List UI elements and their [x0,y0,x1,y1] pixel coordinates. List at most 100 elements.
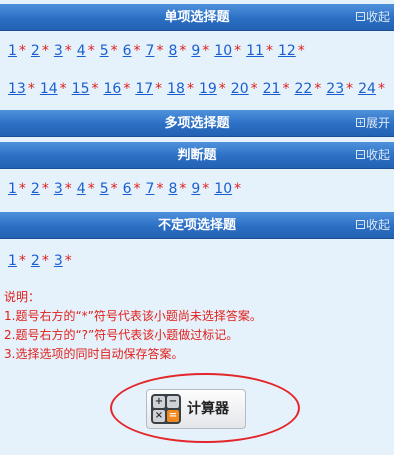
question-link[interactable]: 3 * [54,181,72,197]
question-link[interactable]: 4 * [77,43,95,59]
question-link[interactable]: 12 * [278,43,305,59]
indefinite-choice-row: 1 * 2 * 3 * [8,250,77,274]
unanswered-star: * [18,43,26,59]
multi-choice-expand-toggle[interactable]: + 展开 [355,110,390,137]
question-number: 22 [294,81,313,97]
question-link[interactable]: 3 * [54,253,72,269]
question-link[interactable]: 13 * [8,81,35,97]
question-link[interactable]: 6 * [123,43,141,59]
collapse-icon: − [355,12,365,21]
question-number: 2 [30,181,40,197]
question-number: 20 [230,81,249,97]
unanswered-star: * [64,43,72,59]
judgment-row: 1 * 2 * 3 * 4 * 5 * 6 * 7 * 8 * 9 * 10 * [8,178,246,202]
unanswered-star: * [91,81,99,97]
question-number: 3 [53,181,63,197]
question-number: 17 [135,81,154,97]
question-link[interactable]: 8 * [168,181,186,197]
question-link[interactable]: 10 * [214,181,241,197]
question-link[interactable]: 3 * [54,43,72,59]
calculator-button[interactable]: + − × = 计算器 [146,389,246,429]
question-link[interactable]: 20 * [231,81,258,97]
question-link[interactable]: 2 * [31,253,49,269]
question-number: 10 [214,181,233,197]
question-link[interactable]: 16 * [103,81,130,97]
question-link[interactable]: 5 * [100,43,118,59]
question-link[interactable]: 24 * [358,81,385,97]
question-number: 5 [99,181,109,197]
single-choice-header: 单项选择题 − 收起 [0,4,394,31]
question-link[interactable]: 19 * [199,81,226,97]
question-link[interactable]: 7 * [146,181,164,197]
indefinite-choice-header: 不定项选择题 − 收起 [0,212,394,239]
instruction-line-2: 2.题号右方的“?”符号代表该小题做过标记。 [4,328,239,342]
question-number: 4 [76,181,86,197]
question-link[interactable]: 10 * [214,43,241,59]
unanswered-star: * [64,181,72,197]
question-link[interactable]: 1 * [8,43,26,59]
question-link[interactable]: 15 * [72,81,99,97]
question-number: 15 [71,81,90,97]
unanswered-star: * [234,181,242,197]
question-link[interactable]: 17 * [135,81,162,97]
question-number: 2 [30,43,40,59]
question-link[interactable]: 9 * [191,181,209,197]
question-link[interactable]: 2 * [31,43,49,59]
question-link[interactable]: 2 * [31,181,49,197]
unanswered-star: * [110,181,118,197]
question-link[interactable]: 5 * [100,181,118,197]
question-link[interactable]: 4 * [77,181,95,197]
judgment-header: 判断题 − 收起 [0,142,394,169]
question-number: 16 [103,81,122,97]
question-link[interactable]: 7 * [146,43,164,59]
question-link[interactable]: 8 * [168,43,186,59]
unanswered-star: * [64,253,72,269]
question-number: 3 [53,43,63,59]
question-link[interactable]: 11 * [246,43,273,59]
unanswered-star: * [377,81,385,97]
calculator-label: 计算器 [187,401,229,417]
question-link[interactable]: 9 * [191,43,209,59]
single-choice-title: 单项选择题 [164,10,230,25]
multi-choice-title: 多项选择题 [164,116,230,131]
question-link[interactable]: 1 * [8,253,26,269]
single-choice-collapse-toggle[interactable]: − 收起 [355,4,390,31]
question-link[interactable]: 18 * [167,81,194,97]
question-number: 9 [191,181,201,197]
question-number: 1 [8,181,17,197]
toggle-label: 收起 [365,10,390,24]
unanswered-star: * [282,81,290,97]
unanswered-star: * [18,253,26,269]
unanswered-star: * [41,181,49,197]
single-choice-row-2: 13 * 14 * 15 * 16 * 17 * 18 * 19 * 20 * 21 * 22 * 23 * 24 * [8,78,390,102]
question-link[interactable]: 23 * [326,81,353,97]
instruction-line-3: 3.选择选项的同时自动保存答案。 [4,347,184,361]
unanswered-star: * [186,81,194,97]
question-number: 5 [99,43,109,59]
question-number: 21 [262,81,281,97]
unanswered-star: * [156,43,164,59]
unanswered-star: * [314,81,322,97]
unanswered-star: * [202,43,210,59]
unanswered-star: * [218,81,226,97]
question-number: 3 [53,253,63,269]
indefinite-choice-collapse-toggle[interactable]: − 收起 [355,212,390,239]
unanswered-star: * [41,253,49,269]
question-link[interactable]: 21 * [263,81,290,97]
instructions: 说明： 1.题号右方的“*”符号代表该小题尚未选择答案。 2.题号右方的“?”符… [4,288,262,364]
instruction-line-1: 1.题号右方的“*”符号代表该小题尚未选择答案。 [4,309,262,323]
question-link[interactable]: 1 * [8,181,26,197]
indefinite-choice-title: 不定项选择题 [157,218,236,233]
question-link[interactable]: 14 * [40,81,67,97]
question-number: 19 [198,81,217,97]
unanswered-star: * [123,81,131,97]
unanswered-star: * [265,43,273,59]
question-link[interactable]: 6 * [123,181,141,197]
judgment-collapse-toggle[interactable]: − 收起 [355,142,390,169]
question-number: 9 [191,43,201,59]
question-number: 12 [277,43,296,59]
question-link[interactable]: 22 * [294,81,321,97]
toggle-label: 展开 [365,116,390,130]
collapse-icon: − [355,150,365,159]
question-number: 7 [145,181,155,197]
